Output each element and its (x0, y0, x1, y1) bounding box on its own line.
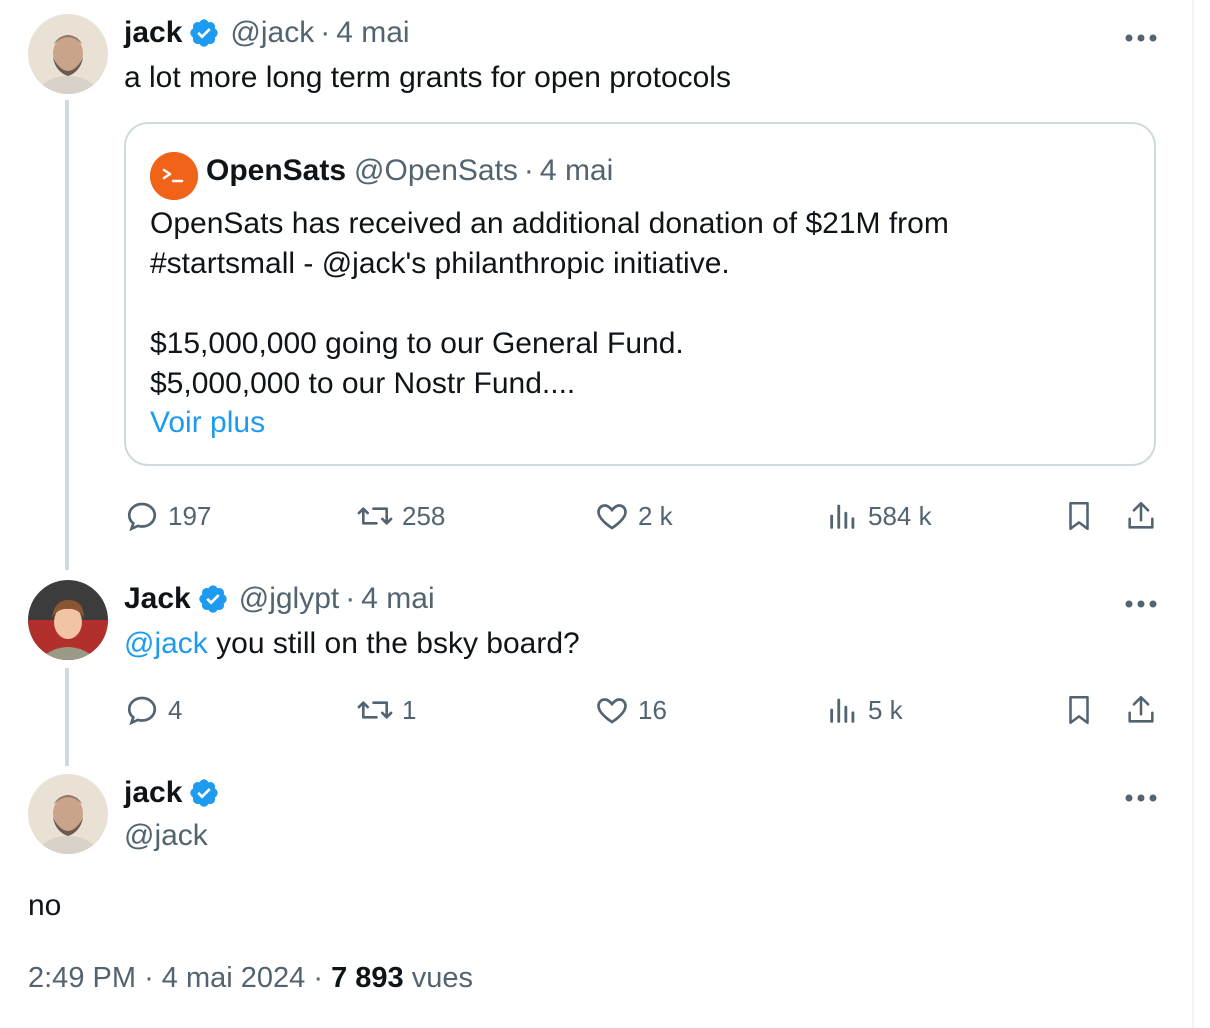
quote-text-line: #startsmall - @jack's philanthropic init… (150, 247, 730, 280)
avatar[interactable] (28, 14, 108, 94)
like-button[interactable]: 2 k (594, 496, 673, 536)
retweet-button[interactable]: 258 (356, 496, 445, 536)
quoted-tweet-card[interactable]: OpenSats @OpenSats · 4 mai OpenSats has … (124, 122, 1156, 466)
author-name[interactable]: Jack (124, 582, 191, 616)
views-label: vues (411, 962, 473, 994)
views-count: 584 k (868, 500, 932, 531)
bookmark-button[interactable] (1062, 496, 1096, 536)
retweet-button[interactable]: 1 (356, 690, 416, 730)
separator: · (313, 962, 324, 994)
bookmark-button[interactable] (1062, 690, 1096, 730)
views-total: 7 893 (331, 962, 404, 994)
reply-count: 197 (168, 500, 212, 531)
thread-connector-line (65, 668, 69, 766)
tweet-text: @jack you still on the bsky board? (124, 624, 580, 664)
like-icon (597, 698, 627, 724)
opensats-logo-icon (150, 152, 198, 200)
separator: · (144, 962, 154, 994)
quote-author-handle: @OpenSats (354, 154, 518, 187)
tweet-time[interactable]: 2:49 PM (28, 962, 136, 994)
verified-badge-icon (197, 583, 229, 615)
quote-text-line: $15,000,000 going to our General Fund. (150, 327, 684, 360)
verified-badge-icon (188, 777, 220, 809)
column-divider (1192, 0, 1194, 1028)
retweet-icon (357, 507, 393, 525)
quote-date: 4 mai (539, 154, 614, 187)
separator: · (523, 154, 534, 187)
like-button[interactable]: 16 (594, 690, 667, 730)
tweet-full-date[interactable]: 4 mai 2024 (162, 962, 306, 994)
views-icon (830, 504, 855, 529)
quote-text-line: OpenSats has received an additional dona… (150, 207, 949, 240)
like-count: 16 (638, 694, 667, 725)
author-handle[interactable]: @jack (230, 16, 314, 50)
share-button[interactable] (1124, 690, 1158, 730)
tweet-text: a lot more long term grants for open pro… (124, 61, 731, 94)
quote-author-name: OpenSats (206, 154, 347, 187)
tweet-header: Jack @jglypt · 4 mai (124, 582, 435, 616)
reply-button[interactable]: 197 (124, 496, 211, 536)
tweet-header: jack (124, 776, 220, 810)
retweet-count: 258 (402, 500, 446, 531)
reply-icon (127, 502, 157, 532)
more-icon[interactable] (1124, 30, 1158, 42)
thread-connector-line (65, 100, 69, 570)
share-icon (1128, 695, 1154, 723)
views-button[interactable]: 5 k (826, 690, 903, 730)
author-name[interactable]: jack (124, 16, 182, 50)
reply-button[interactable]: 4 (124, 690, 182, 730)
bookmark-icon (1069, 695, 1089, 725)
like-count: 2 k (638, 500, 673, 531)
bookmark-icon (1069, 501, 1089, 531)
views-button[interactable]: 584 k (826, 496, 932, 536)
avatar[interactable] (28, 580, 108, 660)
views-icon (830, 698, 855, 723)
tweet-date[interactable]: 4 mai (336, 16, 409, 50)
tweet-text-body: you still on the bsky board? (207, 627, 580, 660)
mention-link[interactable]: @jack (124, 627, 208, 660)
more-icon[interactable] (1124, 790, 1158, 802)
reply-count: 4 (168, 694, 183, 725)
quote-text-line: $5,000,000 to our Nostr Fund.... (150, 367, 576, 400)
author-handle[interactable]: @jglypt (239, 582, 340, 616)
author-handle[interactable]: @jack (124, 816, 208, 856)
quote-text: OpenSats has received an additional dona… (150, 204, 949, 404)
views-count: 5 k (868, 694, 903, 725)
more-icon[interactable] (1124, 596, 1158, 608)
separator: · (320, 16, 331, 49)
tweet-date[interactable]: 4 mai (361, 582, 434, 616)
retweet-count: 1 (402, 694, 417, 725)
tweet-actions: 4 1 16 5 k (124, 690, 1164, 730)
share-icon (1128, 501, 1154, 529)
avatar[interactable] (28, 774, 108, 854)
like-icon (597, 504, 627, 530)
reply-icon (127, 696, 157, 726)
separator: · (345, 582, 356, 615)
quote-header: OpenSats @OpenSats · 4 mai (206, 154, 613, 188)
quote-text-line (150, 284, 949, 324)
author-name[interactable]: jack (124, 776, 182, 810)
verified-badge-icon (188, 17, 220, 49)
see-more-link[interactable]: Voir plus (150, 406, 265, 440)
tweet-header: jack @jack · 4 mai (124, 16, 410, 50)
share-button[interactable] (1124, 496, 1158, 536)
tweet-meta: 2:49 PM · 4 mai 2024 · 7 893 vues (28, 962, 473, 995)
tweet-actions: 197 258 2 k 584 k (124, 496, 1164, 536)
retweet-icon (357, 701, 393, 719)
main-tweet-text: no (28, 889, 62, 922)
